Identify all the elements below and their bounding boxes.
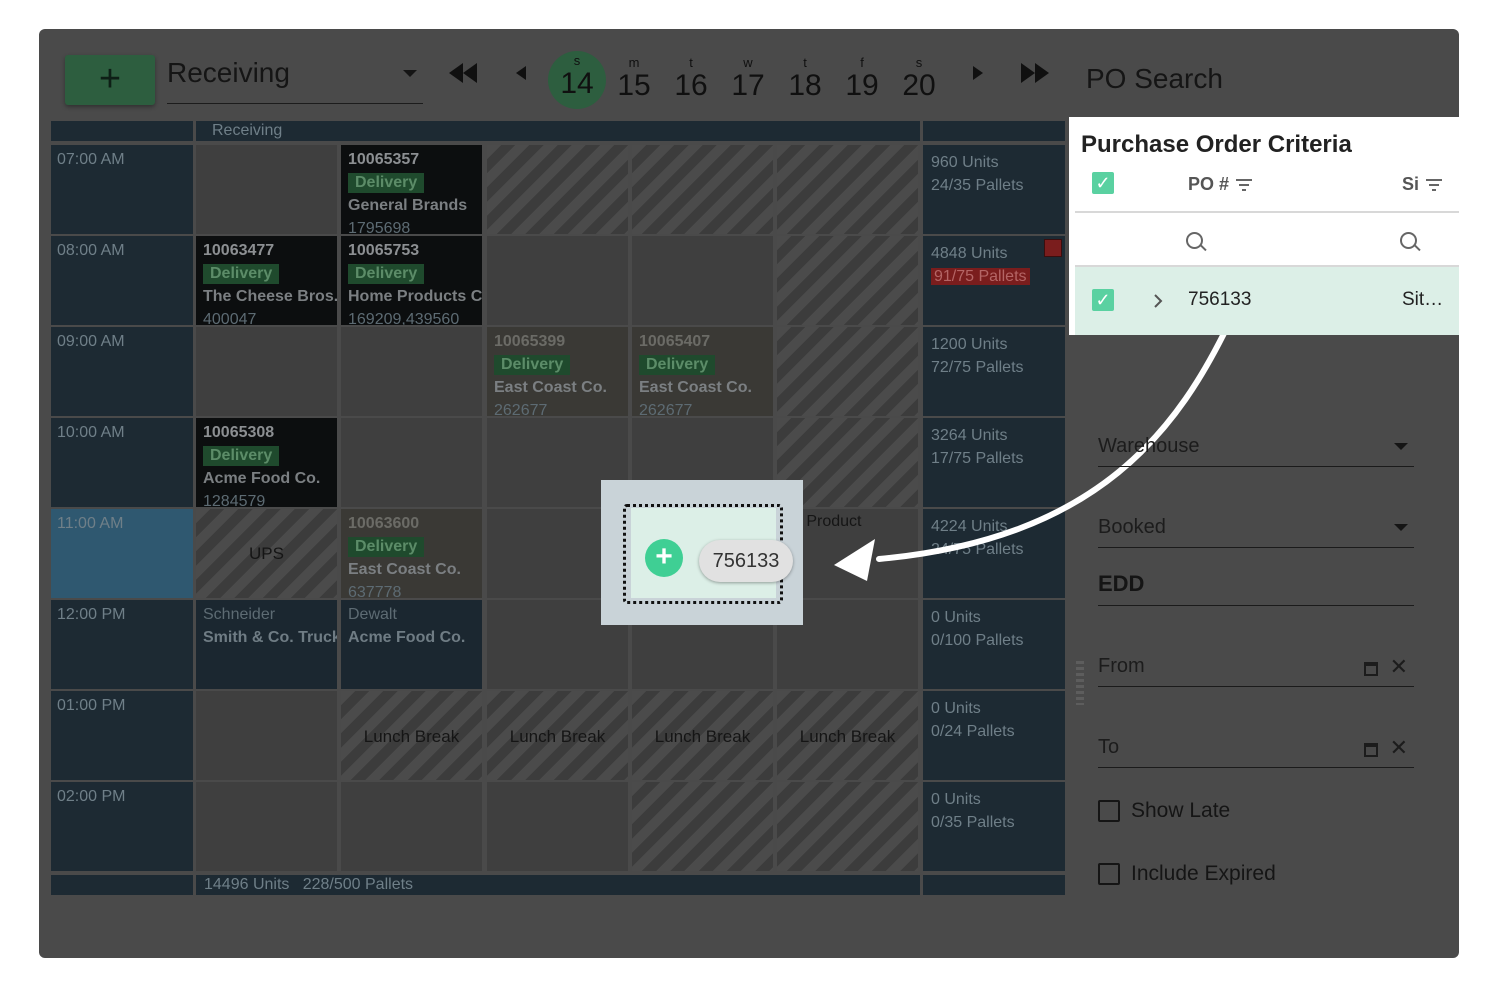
warehouse-select[interactable]: Warehouse	[1098, 426, 1414, 467]
panel-title: PO Search	[1086, 63, 1223, 94]
filter-icon[interactable]	[1236, 179, 1252, 191]
search-icon[interactable]	[1400, 232, 1417, 249]
clear-icon[interactable]: ✕	[1390, 735, 1408, 761]
resize-handle[interactable]	[1076, 661, 1084, 705]
app-window: + Receiving s 14 m 15 t 16 w 17 t 18 f 19 s 20 Receiv…	[39, 29, 1459, 958]
po-cell: 756133	[1188, 289, 1252, 310]
to-date-field[interactable]: To ✕	[1098, 727, 1414, 768]
include-expired-checkbox[interactable]	[1098, 863, 1120, 885]
table-row[interactable]: ✓ 756133 Sit…	[1075, 267, 1459, 335]
edd-section: EDD	[1098, 565, 1414, 606]
include-expired-label: Include Expired	[1131, 862, 1276, 885]
chevron-right-icon[interactable]	[1153, 293, 1163, 309]
select-all-checkbox[interactable]: ✓	[1092, 172, 1114, 194]
status-value: Booked	[1098, 516, 1166, 538]
criteria-title: Purchase Order Criteria	[1081, 131, 1352, 158]
edd-label: EDD	[1098, 571, 1145, 596]
from-date-field[interactable]: From ✕	[1098, 646, 1414, 687]
status-select[interactable]: Booked	[1098, 507, 1414, 548]
filter-icon[interactable]	[1426, 179, 1442, 191]
show-late-checkbox[interactable]	[1098, 800, 1120, 822]
calendar-icon[interactable]	[1364, 743, 1378, 757]
chevron-down-icon	[1394, 524, 1408, 531]
divider	[1075, 211, 1459, 213]
calendar-icon[interactable]	[1364, 662, 1378, 676]
to-label: To	[1098, 736, 1120, 758]
row-checkbox[interactable]: ✓	[1092, 289, 1114, 311]
site-cell: Sit…	[1402, 289, 1444, 310]
show-late-label: Show Late	[1131, 799, 1231, 822]
from-label: From	[1098, 655, 1145, 677]
chevron-down-icon	[1394, 443, 1408, 450]
po-criteria-card: Purchase Order Criteria ✓ PO # Si ✓ 7561…	[1069, 117, 1459, 335]
search-icon[interactable]	[1186, 232, 1203, 249]
clear-icon[interactable]: ✕	[1390, 654, 1408, 680]
warehouse-label: Warehouse	[1098, 435, 1200, 457]
site-column-header[interactable]: Si	[1402, 174, 1419, 195]
po-column-header[interactable]: PO #	[1188, 174, 1229, 195]
